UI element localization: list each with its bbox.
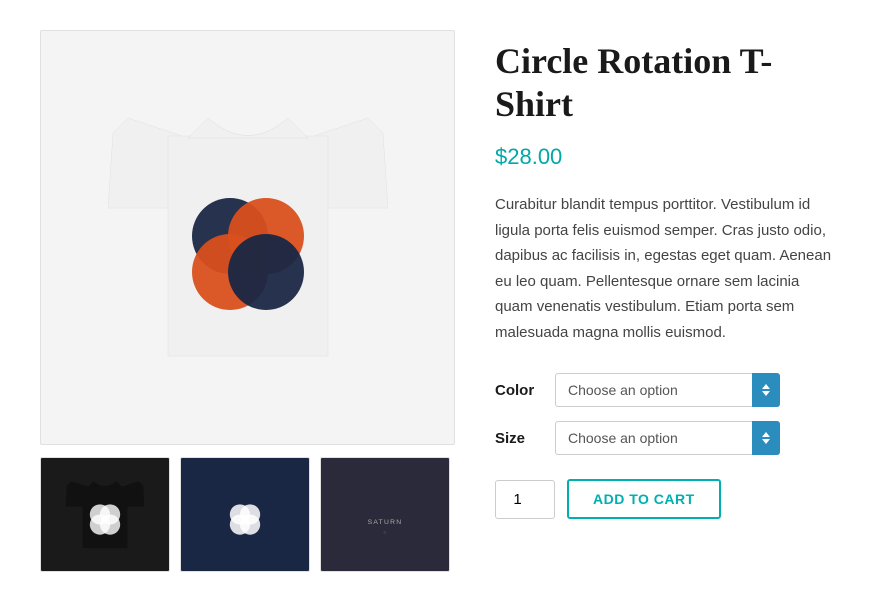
color-label: Color <box>495 382 555 399</box>
svg-text:○: ○ <box>383 530 387 535</box>
color-select-wrapper: Choose an option White Black Navy <box>555 373 780 407</box>
color-option-row: Color Choose an option White Black Navy <box>495 373 833 407</box>
thumbnail-row: SATURN ○ <box>40 457 455 572</box>
product-options: Color Choose an option White Black Navy <box>495 373 833 455</box>
quantity-input[interactable] <box>495 480 555 519</box>
size-option-row: Size Choose an option S M L XL XXL <box>495 421 833 455</box>
svg-text:SATURN: SATURN <box>368 518 403 525</box>
main-product-image <box>40 30 455 445</box>
price-value: $28.00 <box>495 144 562 169</box>
size-select-wrapper: Choose an option S M L XL XXL <box>555 421 780 455</box>
product-layout: SATURN ○ Circle Rotation T-Shirt $28.00 … <box>40 30 833 572</box>
add-to-cart-button[interactable]: ADD TO CART <box>567 479 721 519</box>
product-images: SATURN ○ <box>40 30 455 572</box>
product-description: Curabitur blandit tempus porttitor. Vest… <box>495 192 833 345</box>
thumbnail-1[interactable] <box>40 457 170 572</box>
color-select[interactable]: Choose an option White Black Navy <box>555 373 780 407</box>
thumbnail-2[interactable] <box>180 457 310 572</box>
product-price: $28.00 <box>495 144 833 170</box>
cart-row: ADD TO CART <box>495 479 833 519</box>
product-title: Circle Rotation T-Shirt <box>495 40 833 126</box>
size-label: Size <box>495 430 555 447</box>
size-select[interactable]: Choose an option S M L XL XXL <box>555 421 780 455</box>
product-details: Circle Rotation T-Shirt $28.00 Curabitur… <box>495 30 833 519</box>
thumbnail-3[interactable]: SATURN ○ <box>320 457 450 572</box>
